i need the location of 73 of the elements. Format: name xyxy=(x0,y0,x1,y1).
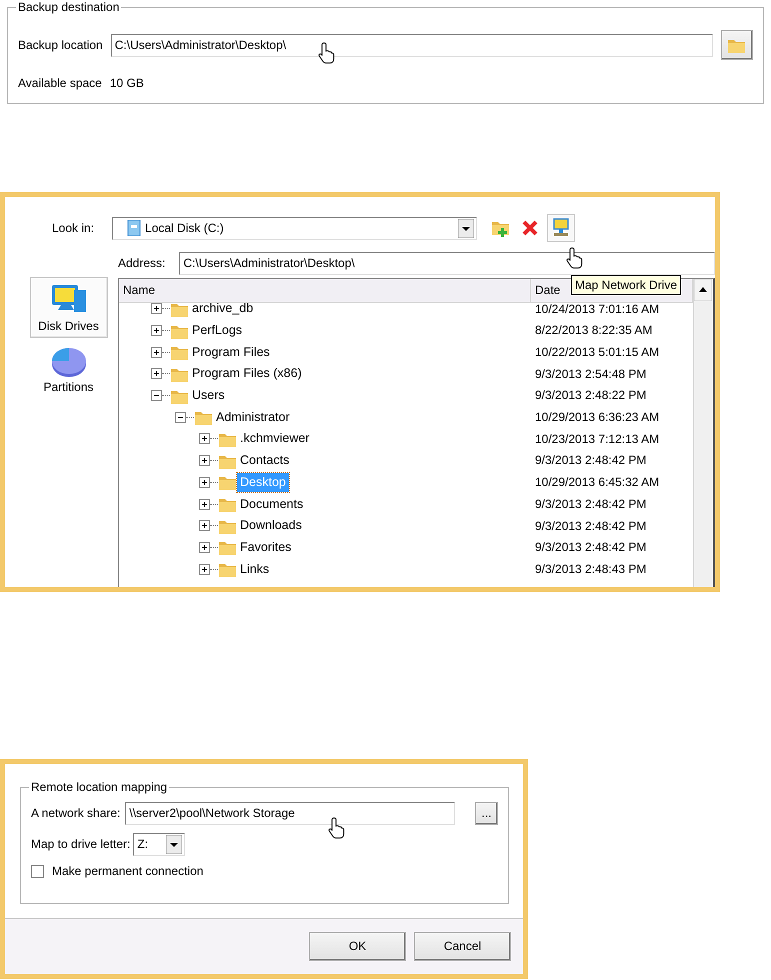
expand-icon[interactable] xyxy=(151,368,162,380)
date-cell-text: 9/3/2013 2:48:22 PM xyxy=(534,388,646,403)
share-field[interactable]: \\server2\pool\Network Storage xyxy=(125,802,456,825)
collapse-icon[interactable] xyxy=(175,412,186,423)
expand-icon[interactable] xyxy=(199,520,210,532)
field-label: Backup location xyxy=(18,38,103,52)
checkbox[interactable] xyxy=(31,864,44,878)
expand-icon[interactable] xyxy=(151,325,162,336)
folder-name[interactable]: Program Files xyxy=(189,342,273,362)
expand-icon[interactable] xyxy=(151,303,162,314)
group-title: Backup destination xyxy=(16,0,122,14)
expand-icon[interactable] xyxy=(199,498,210,510)
date-cell-text: 9/3/2013 2:48:42 PM xyxy=(534,518,646,533)
location-field[interactable]: C:\Users\Administrator\Desktop\ xyxy=(110,34,713,56)
field-label: Address: xyxy=(118,256,166,271)
folder-name[interactable]: Links xyxy=(237,560,272,579)
field-label: A network share: xyxy=(31,806,120,821)
date-cell-text: 10/23/2013 7:12:13 AM xyxy=(534,432,660,446)
date-cell-text: 10/22/2013 5:01:15 AM xyxy=(534,345,660,360)
expand-icon[interactable] xyxy=(199,542,210,553)
sidebar-item[interactable]: Partitions xyxy=(30,338,108,400)
checkbox-label: Make permanent connection xyxy=(52,864,204,878)
folder-name[interactable]: Favorites xyxy=(237,538,294,557)
field-label: Map to drive letter: xyxy=(31,837,130,852)
column-header[interactable]: Name xyxy=(119,279,531,302)
hand-cursor-icon xyxy=(317,42,336,64)
expand-icon[interactable] xyxy=(199,564,210,575)
folder-name[interactable]: Program Files (x86) xyxy=(189,364,305,384)
date-cell-text: 9/3/2013 2:48:42 PM xyxy=(534,540,646,555)
folder-name[interactable]: PerfLogs xyxy=(189,321,246,340)
tooltip: Map Network Drive xyxy=(571,275,682,296)
cancel-button[interactable]: Cancel xyxy=(414,932,511,961)
drive-letter-dropdown[interactable]: Z: xyxy=(133,833,186,856)
folder-name[interactable]: Users xyxy=(189,386,228,406)
hand-cursor-icon xyxy=(327,817,346,839)
dropdown-arrow-icon xyxy=(166,835,182,854)
sidebar-item[interactable]: Disk Drives xyxy=(30,277,108,338)
folder-name[interactable]: archive_db xyxy=(189,299,256,318)
expand-icon[interactable] xyxy=(199,455,210,466)
folder-name[interactable]: .kchmviewer xyxy=(237,429,312,448)
scroll-up-icon xyxy=(694,279,712,301)
date-cell-text: 10/24/2013 7:01:16 AM xyxy=(534,302,660,316)
address-field[interactable]: C:\Users\Administrator\Desktop\ xyxy=(179,252,715,275)
dropdown-arrow-icon xyxy=(458,218,474,238)
expand-icon[interactable] xyxy=(199,476,210,488)
expand-icon[interactable] xyxy=(151,346,162,358)
drive-icon xyxy=(127,220,142,236)
scrollbar[interactable] xyxy=(693,279,713,587)
folder-name[interactable]: Administrator xyxy=(213,408,293,427)
browse-button[interactable] xyxy=(721,30,753,60)
date-cell-text: 10/29/2013 6:36:23 AM xyxy=(534,410,660,424)
browse-button[interactable]: ... xyxy=(475,802,498,825)
folder-name[interactable]: Contacts xyxy=(237,451,292,470)
close-icon xyxy=(521,218,540,237)
collapse-icon[interactable] xyxy=(151,390,162,402)
date-cell-text: 9/3/2013 2:54:48 PM xyxy=(534,366,646,382)
date-cell-text: 9/3/2013 2:48:42 PM xyxy=(534,453,646,468)
expand-icon[interactable] xyxy=(199,433,210,444)
date-cell-text: 10/29/2013 6:45:32 AM xyxy=(534,475,660,490)
field-label: Look in: xyxy=(52,220,94,236)
date-cell-text: 8/22/2013 8:22:35 AM xyxy=(534,323,652,338)
field-label: Available space xyxy=(18,76,102,90)
group-title: Remote location mapping xyxy=(29,780,170,794)
map-drive-button[interactable] xyxy=(547,214,576,242)
date-cell-text: 9/3/2013 2:48:43 PM xyxy=(534,562,646,576)
ok-button[interactable]: OK xyxy=(309,932,406,961)
folder-name[interactable]: Downloads xyxy=(237,516,305,536)
hand-cursor-icon xyxy=(565,247,584,269)
drive-dropdown[interactable]: Local Disk (C:) xyxy=(112,216,478,240)
network-computer-icon xyxy=(553,218,570,238)
space-value: 10 GB xyxy=(110,76,144,90)
folder-name[interactable]: Documents xyxy=(237,494,306,514)
date-cell-text: 9/3/2013 2:48:42 PM xyxy=(534,496,646,512)
